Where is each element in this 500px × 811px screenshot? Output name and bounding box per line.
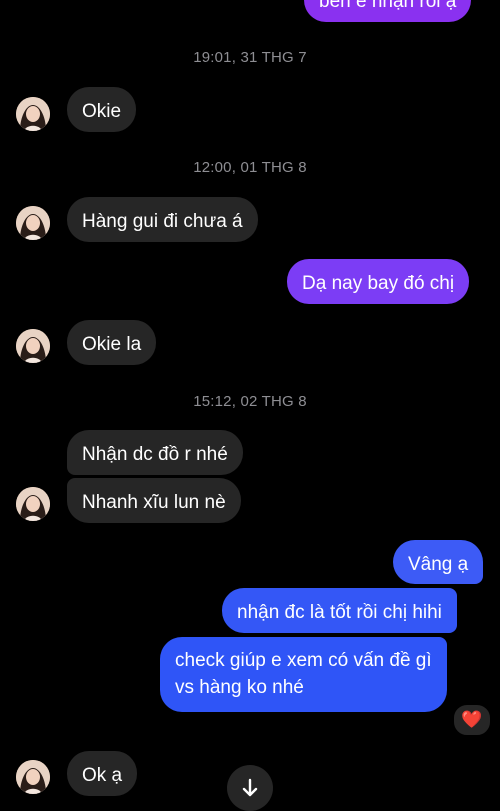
arrow-down-icon [242,778,258,797]
avatar[interactable] [16,206,50,240]
incoming-message[interactable]: Okie [67,87,137,132]
message-text: Ok ạ [82,765,123,786]
outgoing-message[interactable]: bên e nhận rồi ạ [304,0,472,22]
incoming-message[interactable]: Okie la [67,320,157,365]
avatar[interactable] [16,329,50,363]
message-text: Hàng gui đi chưa á [82,211,243,232]
scroll-to-bottom-button[interactable] [227,765,273,811]
timestamp: 15:12, 02 THG 8 [193,393,307,410]
avatar[interactable] [16,760,50,794]
message-text: Nhanh xĩu lun nè [82,492,226,513]
message-text: nhận đc là tốt rồi chị hihi [237,602,442,623]
message-text: Nhận dc đồ r nhé [82,444,228,465]
outgoing-message[interactable]: Vâng ạ [393,540,484,584]
avatar[interactable] [16,487,50,521]
incoming-message[interactable]: Nhanh xĩu lun nè [67,478,241,523]
message-text: Okie la [82,334,142,355]
incoming-message[interactable]: Hàng gui đi chưa á [67,197,258,242]
outgoing-message[interactable]: Dạ nay bay đó chị [287,259,470,304]
message-text: bên e nhận rồi ạ [319,0,457,12]
message-text: Dạ nay bay đó chị [302,273,455,294]
reaction-badge[interactable]: ❤️ [452,703,492,737]
incoming-message[interactable]: Ok ạ [67,751,138,796]
outgoing-message[interactable]: check giúp e xem có vấn đề gì vs hàng ko… [160,637,447,712]
message-text: Okie [82,101,122,122]
heart-icon: ❤️ [461,710,483,729]
avatar[interactable] [16,97,50,131]
outgoing-message[interactable]: nhận đc là tốt rồi chị hihi [222,588,457,633]
message-text-line: check giúp e xem có vấn đề gì [175,650,432,671]
timestamp: 19:01, 31 THG 7 [193,49,307,66]
message-text-line: vs hàng ko nhé [175,677,304,698]
message-text: Vâng ạ [408,554,469,575]
timestamp: 12:00, 01 THG 8 [193,159,307,176]
incoming-message[interactable]: Nhận dc đồ r nhé [67,430,243,475]
